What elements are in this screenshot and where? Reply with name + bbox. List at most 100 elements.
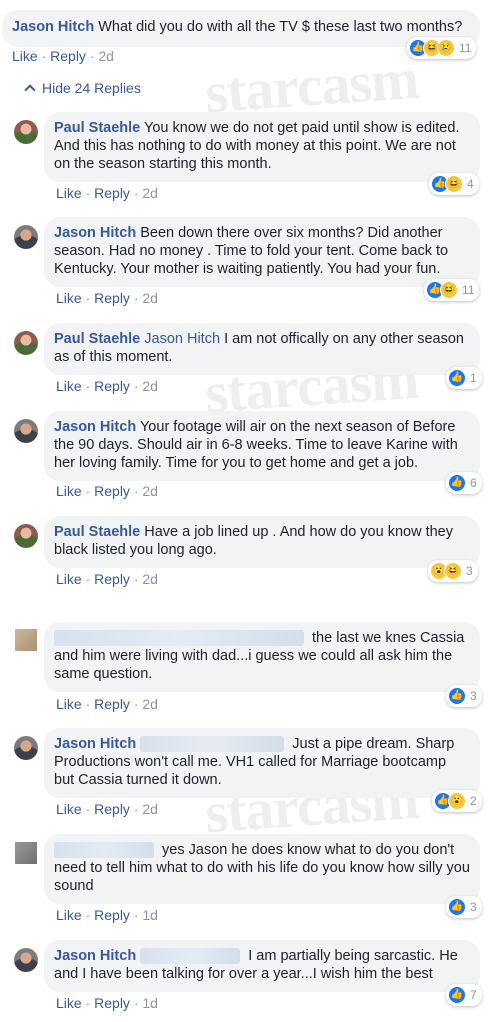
like-reaction-icon: 👍	[448, 687, 466, 705]
reaction-summary[interactable]: 👍 7	[446, 984, 482, 1006]
reply-link[interactable]: Reply	[94, 378, 130, 394]
reaction-count: 2	[470, 794, 477, 808]
like-link[interactable]: Like	[56, 995, 82, 1011]
reply-link[interactable]: Reply	[94, 995, 130, 1011]
comment-time[interactable]: 2d	[142, 696, 158, 712]
like-reaction-icon: 👍	[448, 369, 466, 387]
reply-link[interactable]: Reply	[94, 185, 130, 201]
comment-author[interactable]: Jason Hitch	[54, 736, 136, 752]
comment-time[interactable]: 2d	[142, 483, 158, 499]
reply-link[interactable]: Reply	[94, 483, 130, 499]
comment-author[interactable]: Paul Staehle	[54, 120, 140, 136]
comment-actions: Like · Reply · 2d	[56, 378, 158, 394]
comment-actions: Like · Reply · 2d	[56, 290, 158, 306]
reaction-summary[interactable]: 👍 3	[446, 896, 482, 918]
comment-author[interactable]: Jason Hitch	[12, 19, 94, 35]
comment-bubble: Jason Hitch Been down there over six mon…	[44, 217, 480, 287]
redacted-name	[54, 630, 304, 647]
reaction-count: 7	[470, 988, 477, 1002]
reply-link[interactable]: Reply	[94, 907, 130, 923]
like-link[interactable]: Like	[12, 48, 38, 64]
hide-replies-toggle[interactable]: Hide 24 Replies	[24, 80, 141, 96]
avatar[interactable]	[14, 225, 38, 249]
comment-bubble: the last we knes Cassia and him were liv…	[44, 622, 480, 692]
like-link[interactable]: Like	[56, 483, 82, 499]
reaction-count: 11	[459, 41, 472, 55]
reply-link[interactable]: Reply	[94, 801, 130, 817]
comment-author[interactable]: Paul Staehle	[54, 524, 140, 540]
comment-time[interactable]: 2d	[142, 185, 158, 201]
reaction-count: 3	[470, 900, 477, 914]
mention-link[interactable]: Jason Hitch	[144, 331, 220, 347]
comment-time[interactable]: 1d	[142, 907, 158, 923]
reaction-summary[interactable]: 👍 3	[446, 685, 482, 707]
reaction-count: 4	[467, 177, 474, 191]
comment-time[interactable]: 2d	[142, 290, 158, 306]
reaction-summary[interactable]: 👍 1	[446, 367, 482, 389]
avatar[interactable]	[14, 524, 38, 548]
comment-author[interactable]: Jason Hitch	[54, 225, 136, 241]
reaction-summary[interactable]: 👍 😆 11	[424, 279, 480, 301]
comment-time[interactable]: 2d	[142, 571, 158, 587]
comment-actions: Like · Reply · 2d	[56, 185, 158, 201]
reaction-summary[interactable]: 👍 6	[446, 472, 482, 494]
comment-bubble: Paul Staehle Jason Hitch I am not offica…	[44, 323, 480, 375]
like-link[interactable]: Like	[56, 801, 82, 817]
redacted-mention	[140, 948, 241, 965]
haha-reaction-icon: 😆	[444, 562, 462, 580]
comment-actions: Like · Reply · 2d	[56, 483, 158, 499]
comment-time[interactable]: 2d	[142, 378, 158, 394]
comment-actions: Like · Reply · 1d	[56, 907, 158, 923]
reaction-summary[interactable]: 😮 😆 3	[428, 560, 478, 582]
reaction-summary[interactable]: 👍 😮 2	[432, 790, 482, 812]
reply-link[interactable]: Reply	[50, 48, 86, 64]
haha-reaction-icon: 😆	[445, 175, 463, 193]
comment-time[interactable]: 2d	[98, 48, 114, 64]
avatar[interactable]	[14, 419, 38, 443]
comment-bubble: Paul Staehle You know we do not get paid…	[44, 112, 480, 182]
like-reaction-icon: 👍	[448, 474, 466, 492]
comment-bubble: Jason Hitch Your footage will air on the…	[44, 411, 480, 481]
comment-actions: Like · Reply · 2d	[56, 571, 158, 587]
like-link[interactable]: Like	[56, 696, 82, 712]
reaction-summary[interactable]: 👍 😆 4	[429, 173, 479, 195]
redacted-mention	[140, 736, 285, 753]
reaction-summary[interactable]: 👍 😆 😢 11	[407, 37, 477, 59]
comment-time[interactable]: 1d	[142, 995, 158, 1011]
wow-reaction-icon: 😮	[448, 792, 466, 810]
reaction-count: 6	[470, 476, 477, 490]
like-link[interactable]: Like	[56, 571, 82, 587]
avatar[interactable]	[15, 629, 37, 651]
avatar[interactable]	[14, 736, 38, 760]
comment-time[interactable]: 2d	[142, 801, 158, 817]
reply-link[interactable]: Reply	[94, 696, 130, 712]
comment-actions: Like · Reply · 2d	[56, 801, 158, 817]
comment-bubble: yes Jason he does know what to do you do…	[44, 834, 480, 904]
reaction-count: 3	[470, 689, 477, 703]
comment-bubble: Paul Staehle Have a job lined up . And h…	[44, 516, 480, 568]
comment-actions: Like · Reply · 2d	[56, 696, 158, 712]
reaction-count: 3	[466, 564, 473, 578]
like-reaction-icon: 👍	[448, 898, 466, 916]
like-link[interactable]: Like	[56, 185, 82, 201]
redacted-name	[54, 842, 154, 859]
like-reaction-icon: 👍	[448, 986, 466, 1004]
comment-author[interactable]: Jason Hitch	[54, 419, 136, 435]
comment-actions: Like · Reply · 2d	[12, 48, 114, 64]
like-link[interactable]: Like	[56, 290, 82, 306]
like-link[interactable]: Like	[56, 378, 82, 394]
comment-bubble: Jason Hitch I am partially being sarcast…	[44, 940, 480, 992]
avatar[interactable]	[14, 120, 38, 144]
comment-author[interactable]: Paul Staehle	[54, 331, 140, 347]
avatar[interactable]	[15, 842, 37, 864]
reply-link[interactable]: Reply	[94, 571, 130, 587]
reply-link[interactable]: Reply	[94, 290, 130, 306]
avatar[interactable]	[14, 331, 38, 355]
hide-replies-label: Hide 24 Replies	[42, 80, 141, 96]
comment-author[interactable]: Jason Hitch	[54, 948, 136, 964]
like-link[interactable]: Like	[56, 907, 82, 923]
comment-actions: Like · Reply · 1d	[56, 995, 158, 1011]
comment-bubble: Jason Hitch Just a pipe dream. Sharp Pro…	[44, 728, 480, 798]
sad-reaction-icon: 😢	[437, 39, 455, 57]
avatar[interactable]	[14, 948, 38, 972]
